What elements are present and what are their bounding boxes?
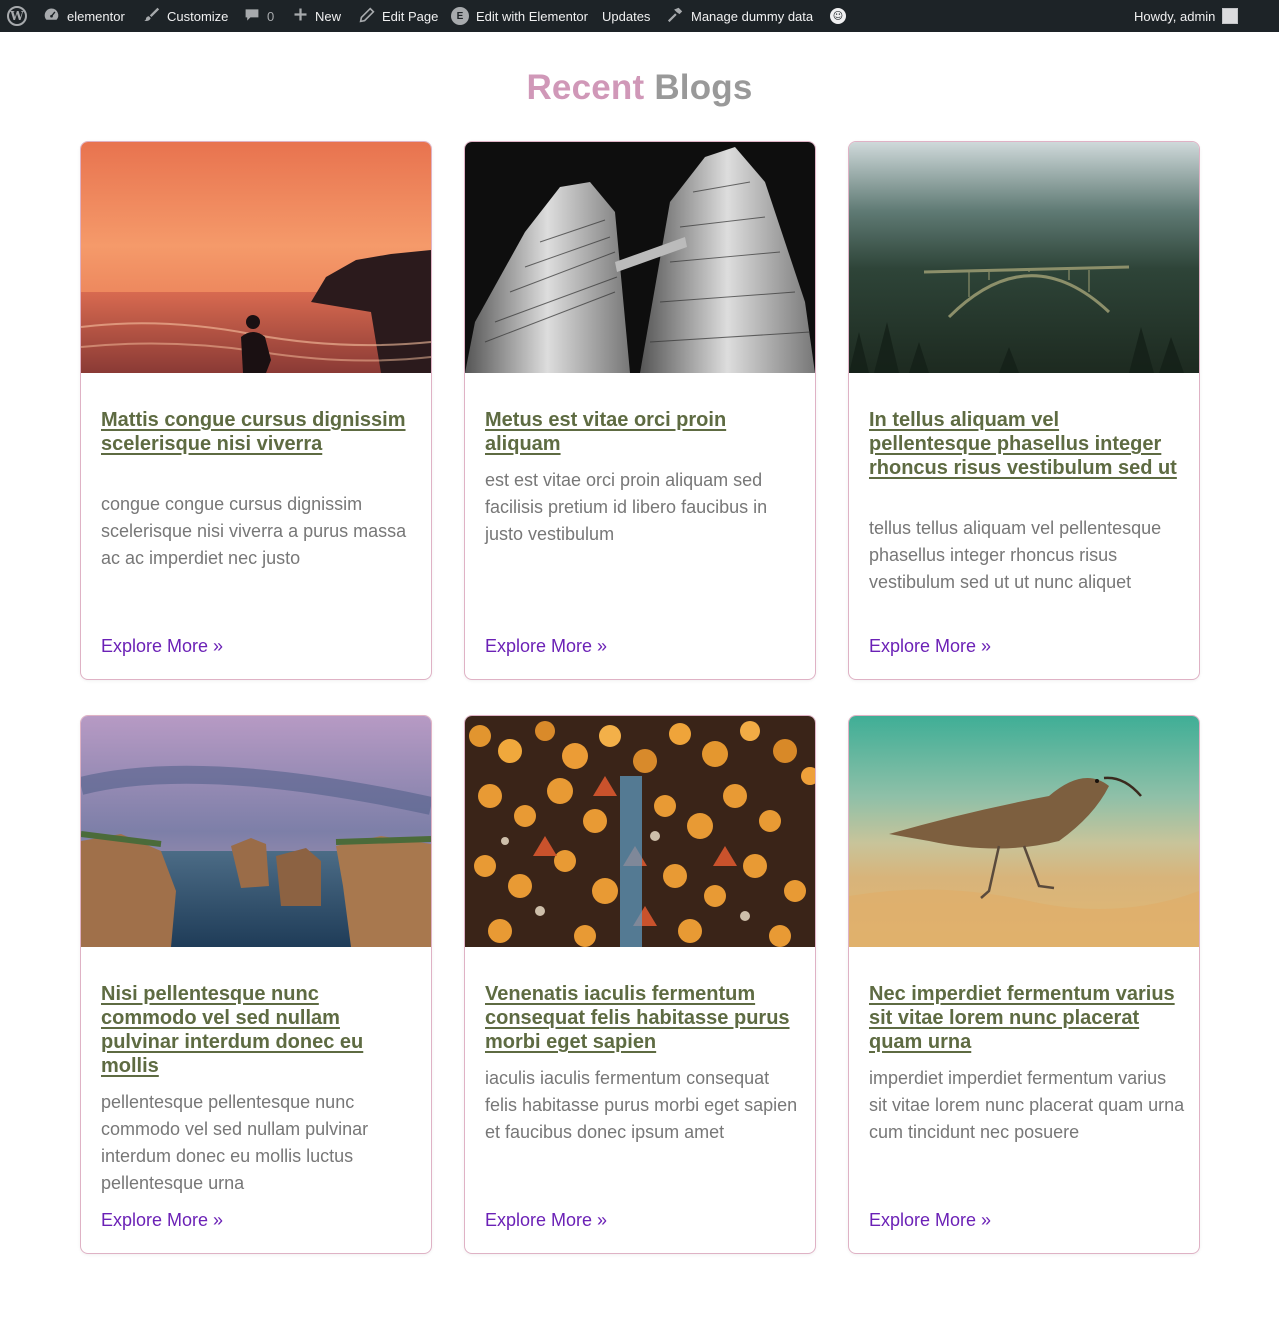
post-excerpt: tellus tellus aliquam vel pellentesque p…: [869, 518, 1162, 592]
customize-label: Customize: [167, 8, 229, 24]
updates-button[interactable]: Updates: [602, 0, 650, 32]
smiley-icon: ☺: [830, 8, 846, 24]
post-title-link[interactable]: Venenatis iaculis fermentum consequat fe…: [485, 982, 795, 1054]
heading-word-recent: Recent: [526, 68, 645, 107]
post-title-link[interactable]: In tellus aliquam vel pellentesque phase…: [869, 408, 1179, 480]
plus-icon: [293, 7, 308, 25]
blog-card: Venenatis iaculis fermentum consequat fe…: [464, 715, 816, 1254]
blog-card: Nisi pellentesque nunc commodo vel sed n…: [80, 715, 432, 1254]
wordpress-icon: W: [7, 6, 27, 26]
explore-more-link[interactable]: Explore More »: [485, 634, 607, 658]
post-image-twin-towers[interactable]: [465, 142, 815, 373]
post-image-sunset-coast[interactable]: [81, 142, 431, 373]
comments-count: 0: [267, 8, 275, 24]
smiley-button[interactable]: ☺: [830, 0, 846, 32]
edit-page-button[interactable]: Edit Page: [359, 0, 438, 32]
explore-more-link[interactable]: Explore More »: [485, 1208, 607, 1232]
post-title-link[interactable]: Nisi pellentesque nunc commodo vel sed n…: [101, 982, 411, 1078]
hammer-icon: [666, 6, 684, 27]
post-image-forest-bridge[interactable]: [849, 142, 1199, 373]
pencil-icon: [359, 6, 375, 26]
post-image-curlew-beach[interactable]: [849, 716, 1199, 947]
blog-card: In tellus aliquam vel pellentesque phase…: [848, 141, 1200, 680]
my-account-menu[interactable]: Howdy, admin: [1134, 0, 1239, 32]
heading-word-blogs: Blogs: [654, 68, 753, 107]
blog-card: Metus est vitae orci proin aliquam est e…: [464, 141, 816, 680]
explore-more-link[interactable]: Explore More »: [101, 634, 223, 658]
customize-button[interactable]: Customize: [143, 0, 228, 32]
post-image-sea-stacks[interactable]: [81, 716, 431, 947]
post-title-link[interactable]: Metus est vitae orci proin aliquam: [485, 408, 795, 456]
post-excerpt: iaculis iaculis fermentum consequat feli…: [485, 1068, 798, 1142]
manage-dummy-label: Manage dummy data: [691, 8, 814, 24]
explore-more-link[interactable]: Explore More »: [101, 1208, 223, 1232]
comments-button[interactable]: 0: [244, 0, 274, 32]
edit-page-label: Edit Page: [382, 8, 439, 24]
post-title-link[interactable]: Mattis congue cursus dignissim scelerisq…: [101, 408, 411, 456]
updates-label: Updates: [602, 8, 651, 24]
site-name-label: elementor: [67, 8, 125, 24]
post-excerpt: pellentesque pellentesque nunc commodo v…: [101, 1092, 369, 1193]
brush-icon: [143, 6, 160, 26]
new-content-button[interactable]: New: [293, 0, 341, 32]
manage-dummy-data-button[interactable]: Manage dummy data: [666, 0, 813, 32]
post-excerpt: est est vitae orci proin aliquam sed fac…: [485, 470, 768, 544]
wordpress-logo-button[interactable]: W: [7, 0, 27, 32]
comment-bubble-icon: [244, 7, 260, 26]
new-label: New: [315, 8, 342, 24]
dashboard-icon: [43, 6, 60, 26]
edit-with-elementor-button[interactable]: E Edit with Elementor: [451, 0, 588, 32]
edit-elementor-label: Edit with Elementor: [476, 8, 588, 24]
elementor-icon: E: [451, 7, 469, 25]
avatar: [1222, 8, 1239, 24]
post-image-market-lanterns[interactable]: [465, 716, 815, 947]
blog-card: Nec imperdiet fermentum varius sit vitae…: [848, 715, 1200, 1254]
blog-card: Mattis congue cursus dignissim scelerisq…: [80, 141, 432, 680]
post-excerpt: imperdiet imperdiet fermentum varius sit…: [869, 1068, 1185, 1142]
post-excerpt: congue congue cursus dignissim scelerisq…: [101, 494, 407, 568]
explore-more-link[interactable]: Explore More »: [869, 1208, 991, 1232]
site-name-menu[interactable]: elementor: [43, 0, 125, 32]
explore-more-link[interactable]: Explore More »: [869, 634, 991, 658]
section-heading: Recent Blogs: [0, 68, 1279, 108]
wp-admin-bar: W elementor Customize 0 New Edit Page E …: [0, 0, 1279, 32]
post-title-link[interactable]: Nec imperdiet fermentum varius sit vitae…: [869, 982, 1179, 1054]
howdy-label: Howdy, admin: [1134, 8, 1216, 24]
